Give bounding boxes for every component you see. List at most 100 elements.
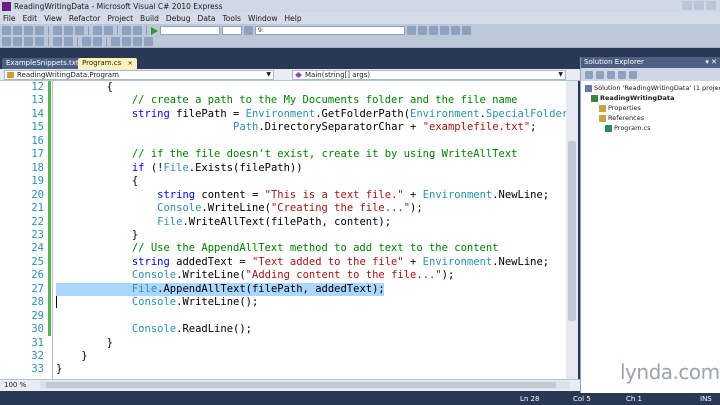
menu-tools[interactable]: Tools <box>222 14 240 23</box>
code-line: // create a path to the My Documents fol… <box>56 94 518 107</box>
configuration-combo[interactable] <box>160 26 220 35</box>
menu-help[interactable]: Help <box>285 14 302 23</box>
code-token: } <box>56 363 63 376</box>
member-dropdown[interactable]: Main(string[] args) ▼ <box>292 70 566 80</box>
menu-edit[interactable]: Edit <box>23 14 38 23</box>
line-number: 30 <box>31 323 44 336</box>
scroll-thumb[interactable] <box>568 141 576 321</box>
increase-indent-icon[interactable] <box>64 37 73 46</box>
complete-word-icon[interactable] <box>35 37 44 46</box>
navigate-back-icon[interactable] <box>122 26 131 35</box>
undo-icon[interactable] <box>93 26 102 35</box>
code-token: string <box>131 255 170 268</box>
menu-bar: File Edit View Refactor Project Build De… <box>0 12 720 24</box>
find-in-files-icon[interactable] <box>407 26 416 35</box>
tree-item-project[interactable]: ReadingWritingData <box>591 94 674 103</box>
start-debugging-icon[interactable] <box>151 26 158 35</box>
paste-icon[interactable] <box>75 26 84 35</box>
find-icon[interactable] <box>244 26 253 35</box>
code-line: Console.WriteLine("Adding content to the… <box>56 269 454 282</box>
tree-item-label: Program.cs <box>614 124 651 132</box>
panel-controls[interactable]: ▾ ✕ <box>705 57 717 68</box>
previous-bookmark-icon[interactable] <box>122 37 131 46</box>
code-token: Console <box>131 269 177 282</box>
menu-build[interactable]: Build <box>140 14 159 23</box>
solution-explorer-panel: Solution Explorer ▾ ✕ Solution 'ReadingW… <box>580 57 720 393</box>
properties-icon[interactable] <box>585 70 593 79</box>
status-bar: Ln 28 Col 5 Ch 1 INS <box>0 393 720 405</box>
properties-folder-icon <box>599 104 606 112</box>
platform-combo[interactable] <box>222 26 242 35</box>
object-browser-icon[interactable] <box>440 26 449 35</box>
menu-data[interactable]: Data <box>198 14 216 23</box>
code-token: content = <box>195 188 265 201</box>
toolbox-icon[interactable] <box>451 26 460 35</box>
code-editor[interactable]: 12 13 14 15 16 17 18 19 20 21 22 23 24 25 26 27 28 29 30 31… <box>0 81 578 379</box>
navigation-bar: ReadingWritingData.Program ▼ Main(string… <box>0 69 580 81</box>
code-token: ); <box>441 269 455 282</box>
new-project-icon[interactable] <box>2 26 11 35</box>
class-dropdown[interactable]: ReadingWritingData.Program ▼ <box>4 70 274 80</box>
save-icon[interactable] <box>24 26 33 35</box>
view-class-diagram-icon[interactable] <box>629 70 637 79</box>
list-members-icon[interactable] <box>2 37 11 46</box>
properties-window-icon[interactable] <box>429 26 438 35</box>
redo-icon[interactable] <box>104 26 113 35</box>
decrease-indent-icon[interactable] <box>53 37 62 46</box>
parameter-info-icon[interactable] <box>13 37 22 46</box>
cut-icon[interactable] <box>53 26 62 35</box>
save-all-icon[interactable] <box>35 26 44 35</box>
line-number: 24 <box>31 242 44 255</box>
open-file-icon[interactable] <box>13 26 22 35</box>
maximize-button[interactable] <box>694 1 704 10</box>
menu-project[interactable]: Project <box>107 14 133 23</box>
scroll-thumb[interactable] <box>46 382 556 388</box>
copy-icon[interactable] <box>64 26 73 35</box>
zoom-level[interactable]: 100 % <box>4 381 26 389</box>
next-bookmark-icon[interactable] <box>133 37 142 46</box>
window-controls <box>682 1 716 10</box>
close-tab-icon[interactable]: × <box>128 59 133 67</box>
tab-example-snippets[interactable]: ExampleSnippets.txt <box>2 58 83 69</box>
menu-refactor[interactable]: Refactor <box>69 14 100 23</box>
menu-file[interactable]: File <box>3 14 16 23</box>
status-mode: INS <box>700 395 712 403</box>
tree-item-properties[interactable]: Properties <box>599 104 641 113</box>
bookmark-icon[interactable] <box>111 37 120 46</box>
start-page-icon[interactable] <box>462 26 471 35</box>
code-token: + <box>403 188 423 201</box>
code-token: "Adding content to the file..." <box>245 269 442 282</box>
visual-studio-icon <box>2 1 11 11</box>
line-number: 13 <box>31 94 44 107</box>
tree-item-solution[interactable]: Solution 'ReadingWritingData' (1 project… <box>585 84 720 93</box>
toolbar-separator <box>117 26 118 35</box>
solution-explorer-icon[interactable] <box>418 26 427 35</box>
tree-item-references[interactable]: References <box>599 114 644 123</box>
clear-bookmarks-icon[interactable] <box>144 37 153 46</box>
line-number: 15 <box>31 121 44 134</box>
navigate-forward-icon[interactable] <box>133 26 142 35</box>
uncomment-icon[interactable] <box>93 37 102 46</box>
close-button[interactable] <box>706 1 716 10</box>
menu-window[interactable]: Window <box>248 14 278 23</box>
show-all-files-icon[interactable] <box>596 70 604 79</box>
menu-view[interactable]: View <box>44 14 62 23</box>
view-code-icon[interactable] <box>618 70 626 79</box>
tab-program-cs[interactable]: Program.cs × <box>78 58 137 69</box>
minimize-button[interactable] <box>682 1 692 10</box>
solution-explorer-header: Solution Explorer ▾ ✕ <box>581 57 720 68</box>
vertical-scrollbar[interactable] <box>566 81 578 379</box>
horizontal-scrollbar[interactable] <box>40 381 570 389</box>
comment-out-icon[interactable] <box>82 37 91 46</box>
code-token: .DirectorySeparatorChar + <box>258 121 423 134</box>
line-number: 28 <box>31 296 44 309</box>
refresh-icon[interactable] <box>607 70 615 79</box>
tree-item-program-cs[interactable]: Program.cs <box>605 124 650 133</box>
code-line: if (!File.Exists(filePath)) <box>56 162 303 175</box>
quick-info-icon[interactable] <box>24 37 33 46</box>
find-combo[interactable]: 9: <box>255 26 405 35</box>
menu-debug[interactable]: Debug <box>166 14 191 23</box>
code-line: } <box>56 363 62 376</box>
